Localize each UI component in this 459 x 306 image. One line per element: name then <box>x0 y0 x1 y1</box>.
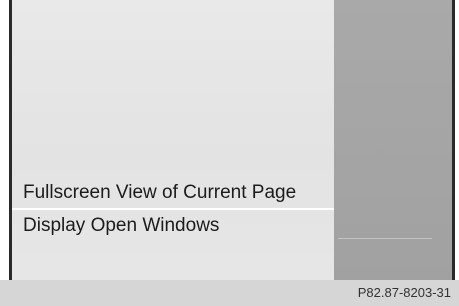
browser-menu-screen: Fullscreen View of Current Page Display … <box>0 0 459 306</box>
menu-item-display-open-windows[interactable]: Display Open Windows <box>12 211 334 241</box>
right-border <box>452 0 455 280</box>
figure-footer: P82.87-8203-31 <box>0 280 459 306</box>
menu-item-fullscreen-view[interactable]: Fullscreen View of Current Page <box>12 178 334 208</box>
figure-code: P82.87-8203-31 <box>357 285 451 300</box>
menu-separator <box>12 208 334 210</box>
side-panel-divider <box>338 238 432 239</box>
